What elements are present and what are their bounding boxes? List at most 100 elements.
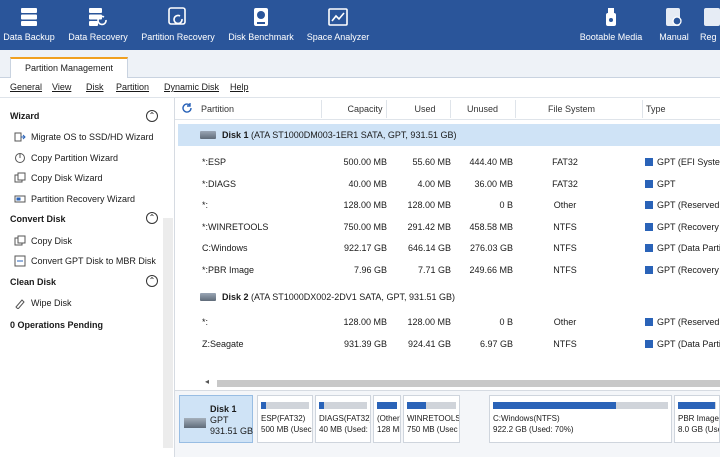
menu-view[interactable]: View [52, 82, 71, 92]
collapse-convert-disk-icon[interactable]: ⌃ [146, 212, 158, 224]
collapse-wizard-icon[interactable]: ⌃ [146, 110, 158, 122]
refresh-icon[interactable] [181, 102, 193, 116]
table-cell: 40.00 MB [348, 178, 387, 189]
menu-partition[interactable]: Partition [116, 82, 149, 92]
partition-name-cell[interactable]: *:WINRETOOLS [202, 222, 312, 232]
disk-benchmark-button[interactable]: Disk Benchmark [228, 0, 294, 50]
manual-button[interactable]: Manual [656, 0, 692, 50]
partition-name-cell[interactable]: C:Windows [202, 243, 312, 253]
partition-table-header: Partition Capacity Used Unused File Syst… [175, 98, 720, 120]
table-cell: GPT (Reserved P [645, 200, 720, 210]
usage-bar [377, 402, 397, 409]
col-type[interactable]: Type [646, 104, 666, 114]
col-unused[interactable]: Unused [455, 104, 510, 114]
table-cell: 444.40 MB [469, 157, 513, 167]
partition-name-cell[interactable]: *:ESP [202, 157, 312, 167]
partition-name-cell[interactable]: Z:Seagate [202, 339, 312, 349]
migrate-os-item[interactable]: Migrate OS to SSD/HD Wizard [14, 131, 154, 143]
partition-type-icon [645, 318, 653, 326]
section-wizard-title: Wizard [10, 111, 40, 121]
collapse-clean-disk-icon[interactable]: ⌃ [146, 275, 158, 287]
menu-dynamic-disk[interactable]: Dynamic Disk [164, 82, 219, 92]
col-partition[interactable]: Partition [201, 104, 234, 114]
table-cell: 931.39 GB [343, 338, 387, 349]
col-file-system[interactable]: File System [520, 104, 623, 114]
partition-type-icon [645, 179, 653, 188]
menu-general[interactable]: General [10, 82, 42, 92]
table-cell: 458.58 MB [469, 221, 513, 232]
copy-disk-item[interactable]: Copy Disk [14, 235, 72, 247]
partition-name-cell[interactable]: *: [202, 200, 312, 210]
partition-type-icon [645, 266, 653, 274]
copy-disk-icon [14, 172, 26, 184]
partition-name-cell[interactable]: *:PBR Image [202, 265, 312, 275]
scroll-thumb[interactable] [217, 380, 720, 387]
table-cell: 128.00 MB [407, 317, 451, 327]
partition-name-cell[interactable]: *:DIAGS [202, 179, 312, 189]
partition-recovery-icon [166, 6, 190, 28]
data-backup-icon [17, 6, 41, 28]
map-partition[interactable]: ESP(FAT32) 500 MB (Usec [257, 395, 313, 443]
toolbar-ribbon: Data Backup Data Recovery Partition Reco… [0, 0, 720, 50]
map-disk-1[interactable]: Disk 1 GPT 931.51 GB [179, 395, 253, 443]
left-panel-scrollbar[interactable] [163, 218, 173, 448]
table-cell: GPT (Recovery P [645, 222, 720, 232]
copy-partition-icon [14, 152, 26, 164]
hard-disk-icon [184, 418, 206, 428]
partition-recovery-wizard-item[interactable]: Partition Recovery Wizard [14, 193, 135, 205]
register-button[interactable]: Reg [700, 0, 720, 50]
table-cell: Other [553, 317, 577, 327]
map-partition[interactable]: PBR Image 8.0 GB (Use [674, 395, 720, 443]
operations-pending: 0 Operations Pending [10, 320, 104, 330]
wipe-disk-item[interactable]: Wipe Disk [14, 297, 72, 309]
table-cell: 924.41 GB [407, 338, 451, 349]
table-cell: 6.97 GB [479, 338, 513, 349]
data-recovery-button[interactable]: Data Recovery [68, 0, 128, 50]
table-cell: 128.00 MB [343, 317, 387, 327]
section-convert-disk-title: Convert Disk [10, 214, 66, 224]
convert-gpt-to-mbr-item[interactable]: Convert GPT Disk to MBR Disk [14, 255, 156, 267]
table-cell: 646.14 GB [407, 243, 451, 254]
disk-icon [200, 131, 216, 139]
register-icon [700, 6, 720, 28]
table-cell: 276.03 GB [469, 243, 513, 254]
col-used[interactable]: Used [395, 104, 455, 114]
table-cell: 128.00 MB [407, 200, 451, 211]
copy-disk-small-icon [14, 235, 26, 247]
table-cell: NTFS [553, 221, 577, 232]
copy-disk-wizard-item[interactable]: Copy Disk Wizard [14, 172, 103, 184]
map-partition[interactable]: DIAGS(FAT32) 40 MB (Used: [315, 395, 371, 443]
space-analyzer-icon [326, 6, 350, 28]
table-cell: 500.00 MB [343, 157, 387, 167]
copy-partition-wizard-item[interactable]: Copy Partition Wizard [14, 152, 118, 164]
table-cell: 36.00 MB [474, 178, 513, 189]
map-partition[interactable]: C:Windows(NTFS) 922.2 GB (Used: 70%) [489, 395, 672, 443]
table-horizontal-scrollbar[interactable]: ◂ [175, 377, 720, 390]
scroll-left-icon[interactable]: ◂ [205, 377, 209, 386]
menu-help[interactable]: Help [230, 82, 249, 92]
partition-type-icon [645, 158, 653, 166]
usage-bar [407, 402, 456, 409]
table-cell: 4.00 MB [417, 178, 451, 189]
table-cell: GPT [645, 179, 720, 189]
partition-recovery-button[interactable]: Partition Recovery [141, 0, 215, 50]
manual-icon [662, 6, 686, 28]
partition-type-icon [645, 222, 653, 231]
table-cell: NTFS [553, 243, 577, 254]
tab-partition-management[interactable]: Partition Management [10, 57, 129, 78]
table-cell: 7.96 GB [353, 265, 387, 275]
map-partition[interactable]: WINRETOOLS 750 MB (Usec [403, 395, 460, 443]
data-recovery-icon [86, 6, 110, 28]
partition-type-icon [645, 339, 653, 348]
data-backup-button[interactable]: Data Backup [3, 0, 55, 50]
disk-2-row[interactable]: Disk 2 (ATA ST1000DX002-2DV1 SATA, GPT, … [178, 286, 720, 308]
menu-disk[interactable]: Disk [86, 82, 104, 92]
space-analyzer-button[interactable]: Space Analyzer [307, 0, 369, 50]
disk-icon [200, 293, 216, 301]
bootable-media-icon [599, 6, 623, 28]
bootable-media-button[interactable]: Bootable Media [580, 0, 642, 50]
map-partition[interactable]: (Other)128 MB [373, 395, 401, 443]
migrate-os-icon [14, 131, 26, 143]
disk-1-row[interactable]: Disk 1 (ATA ST1000DM003-1ER1 SATA, GPT, … [178, 124, 720, 146]
partition-name-cell[interactable]: *: [202, 317, 312, 327]
